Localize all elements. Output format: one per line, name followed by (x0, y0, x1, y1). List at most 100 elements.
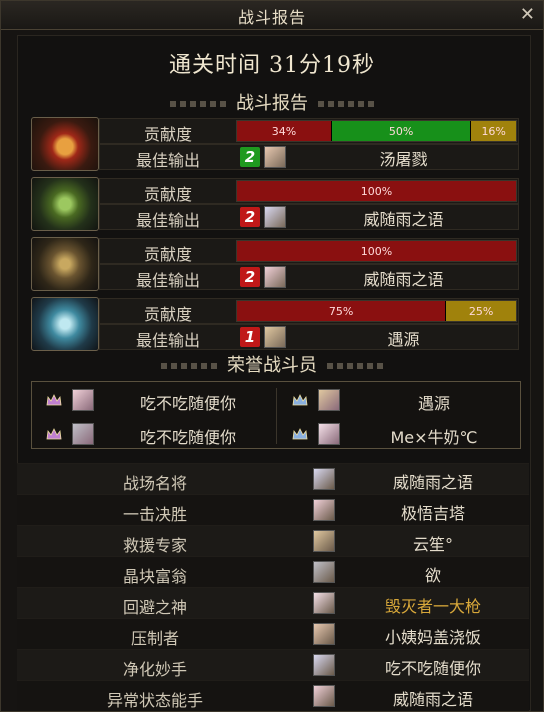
award-title: 战场名将 (122, 474, 187, 493)
close-icon[interactable]: ✕ (520, 4, 535, 25)
honor-player[interactable]: 吃不吃随便你 (32, 418, 276, 450)
ornament-left-icon (161, 363, 217, 369)
award-title: 一击决胜 (122, 505, 187, 524)
ornament-left-icon (170, 101, 226, 107)
boss-block: 贡献度 34% 50% 16% 最佳输出 2 汤屠戮 (31, 117, 521, 171)
honor-player-name: Me×牛奶℃ (390, 428, 478, 447)
crown-icon (46, 426, 62, 440)
contribution-label: 贡献度 (143, 305, 192, 324)
contribution-label: 贡献度 (143, 125, 192, 144)
avatar (313, 530, 335, 552)
avatar (318, 389, 340, 411)
avatar (318, 423, 340, 445)
award-player-name[interactable]: 欲 (343, 562, 523, 586)
avatar (313, 623, 335, 645)
player-name[interactable]: 汤屠戮 (290, 146, 517, 170)
player-name[interactable]: 威随雨之语 (290, 266, 517, 290)
award-title: 回避之神 (122, 598, 187, 617)
ornament-right-icon (318, 101, 374, 107)
award-player-name[interactable]: 威随雨之语 (343, 686, 523, 710)
award-row: 压制者 小姨妈盖浇饭 (17, 618, 529, 649)
award-row: 回避之神 毁灭者一大枪 (17, 587, 529, 618)
award-player-name[interactable]: 云笙° (343, 531, 523, 555)
player-name[interactable]: 威随雨之语 (290, 206, 517, 230)
award-player-name[interactable]: 毁灭者一大枪 (343, 593, 523, 617)
award-title: 异常状态能手 (106, 691, 203, 710)
award-player-name[interactable]: 威随雨之语 (343, 469, 523, 493)
best-output-row: 最佳输出 1 遇源 (99, 324, 519, 350)
contribution-segment: 100% (237, 181, 516, 201)
avatar (264, 206, 286, 228)
rank-badge: 2 (240, 147, 260, 167)
best-output-label: 最佳输出 (135, 211, 200, 230)
avatar (72, 423, 94, 445)
honor-player[interactable]: 吃不吃随便你 (32, 384, 276, 416)
honor-section-header: 荣誉战斗员 (1, 351, 543, 376)
avatar (264, 326, 286, 348)
avatar (313, 592, 335, 614)
honor-player[interactable]: Me×牛奶℃ (278, 418, 522, 450)
award-row: 晶块富翁 欲 (17, 556, 529, 587)
best-output-cell: 2 威随雨之语 (236, 205, 517, 229)
best-output-cell: 2 威随雨之语 (236, 265, 517, 289)
contribution-row: 贡献度 100% (99, 238, 519, 264)
honor-player[interactable]: 遇源 (278, 384, 522, 416)
contribution-row: 贡献度 75% 25% (99, 298, 519, 324)
avatar (313, 499, 335, 521)
report-section-title: 战斗报告 (236, 93, 308, 114)
best-output-label: 最佳输出 (135, 331, 200, 350)
contribution-label: 贡献度 (143, 185, 192, 204)
honor-section-title: 荣誉战斗员 (227, 355, 317, 376)
contribution-segment: 34% (237, 121, 332, 141)
title-bar[interactable]: 战斗报告 ✕ (1, 1, 543, 30)
rank-badge: 1 (240, 327, 260, 347)
contribution-bar: 100% (236, 240, 517, 262)
contribution-segment: 50% (331, 121, 472, 141)
award-player-name[interactable]: 小姨妈盖浇饭 (343, 624, 523, 648)
award-player-name[interactable]: 极悟吉塔 (343, 500, 523, 524)
avatar (313, 685, 335, 707)
ice-boss-icon (31, 297, 99, 351)
battle-report-window: 战斗报告 ✕ 通关时间 31分19秒 战斗报告 贡献度 34% 50% 16% 最佳输出… (0, 0, 544, 712)
best-output-row: 最佳输出 2 威随雨之语 (99, 204, 519, 230)
contribution-row: 贡献度 34% 50% 16% (99, 118, 519, 144)
contribution-row: 贡献度 100% (99, 178, 519, 204)
award-title: 压制者 (130, 629, 179, 648)
award-row: 一击决胜 极悟吉塔 (17, 494, 529, 525)
boss-block: 贡献度 100% 最佳输出 2 威随雨之语 (31, 237, 521, 291)
poison-boss-icon (31, 177, 99, 231)
honor-panel: 吃不吃随便你 遇源 吃不吃随便你 Me×牛奶℃ (31, 381, 521, 449)
award-player-name[interactable]: 吃不吃随便你 (343, 655, 523, 679)
honor-player-name: 吃不吃随便你 (139, 394, 236, 413)
award-row: 净化妙手 吃不吃随便你 (17, 649, 529, 680)
boss-block: 贡献度 100% 最佳输出 2 威随雨之语 (31, 177, 521, 231)
report-section-header: 战斗报告 (1, 89, 543, 114)
contribution-bar: 75% 25% (236, 300, 517, 322)
divider (276, 388, 277, 444)
award-row: 战场名将 威随雨之语 (17, 463, 529, 494)
best-output-row: 最佳输出 2 威随雨之语 (99, 264, 519, 290)
award-title: 净化妙手 (122, 660, 187, 679)
contribution-label: 贡献度 (143, 245, 192, 264)
crown-icon (292, 426, 308, 440)
award-row: 救援专家 云笙° (17, 525, 529, 556)
avatar (72, 389, 94, 411)
contribution-bar: 100% (236, 180, 517, 202)
best-output-cell: 2 汤屠戮 (236, 145, 517, 169)
avatar (313, 561, 335, 583)
clear-time: 通关时间 31分19秒 (169, 53, 375, 78)
flame-boss-icon (31, 117, 99, 171)
contribution-segment: 100% (237, 241, 516, 261)
best-output-label: 最佳输出 (135, 271, 200, 290)
avatar (264, 266, 286, 288)
rank-badge: 2 (240, 207, 260, 227)
award-row: 异常状态能手 威随雨之语 (17, 680, 529, 711)
player-name[interactable]: 遇源 (290, 326, 517, 350)
rank-badge: 2 (240, 267, 260, 287)
crown-icon (292, 392, 308, 406)
best-output-cell: 1 遇源 (236, 325, 517, 349)
award-title: 救援专家 (122, 536, 187, 555)
contribution-segment: 25% (446, 301, 516, 321)
ornament-right-icon (327, 363, 383, 369)
avatar (313, 654, 335, 676)
